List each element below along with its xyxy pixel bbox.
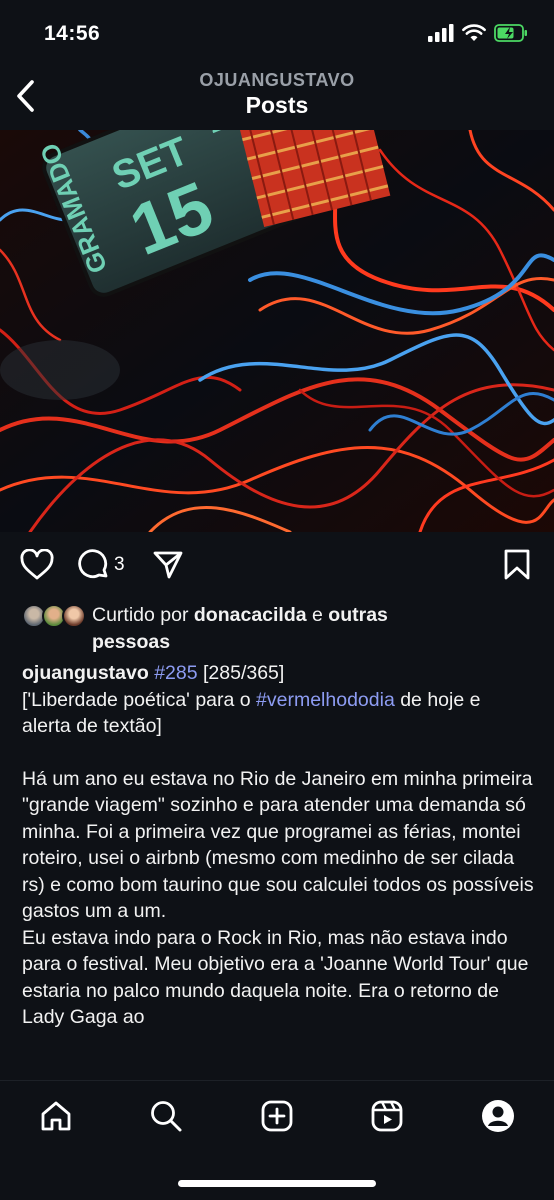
- hashtag-vermelhododia[interactable]: #vermelhododia: [256, 689, 395, 711]
- avatar: [62, 604, 86, 628]
- page-title: Posts: [245, 92, 309, 118]
- caption-line2: ['Liberdade poética' para o #vermelhodod…: [22, 687, 534, 740]
- post-actions: 3: [0, 545, 554, 589]
- status-icons: [428, 24, 528, 42]
- comment-button[interactable]: 3: [78, 549, 125, 581]
- signal-icon: [428, 24, 454, 42]
- tab-bar: [0, 1096, 554, 1140]
- post-photo: GRAMADO SET 15 2 1 0: [0, 130, 554, 532]
- status-time: 14:56: [44, 22, 101, 45]
- caption-count: [285/365]: [197, 662, 285, 684]
- home-indicator[interactable]: [178, 1180, 376, 1187]
- comment-count: 3: [114, 554, 125, 575]
- comment-icon: [78, 549, 108, 579]
- tab-home[interactable]: [36, 1096, 76, 1136]
- hashtag-285[interactable]: #285: [154, 662, 197, 684]
- caption-first-line: ojuangustavo #285 [285/365]: [22, 660, 534, 687]
- profile-icon: [482, 1100, 514, 1132]
- tab-reels[interactable]: [367, 1096, 407, 1136]
- liker-avatars: [22, 604, 90, 628]
- heart-icon: [20, 549, 54, 580]
- reels-icon: [371, 1100, 403, 1132]
- like-button[interactable]: [20, 549, 54, 581]
- likes-summary[interactable]: Curtido por donacacilda e outras pessoas: [22, 602, 532, 656]
- plus-square-icon: [261, 1100, 293, 1132]
- caption-username[interactable]: ojuangustavo: [22, 662, 149, 684]
- send-icon: [153, 551, 183, 579]
- likes-others[interactable]: outras: [328, 604, 388, 626]
- top-nav: OJUANGUSTAVO Posts: [0, 62, 554, 128]
- share-button[interactable]: [152, 549, 184, 581]
- caption-paragraph-1: Há um ano eu estava no Rio de Janeiro em…: [22, 767, 534, 923]
- tab-profile[interactable]: [478, 1096, 518, 1136]
- likes-text: Curtido por donacacilda e outras: [92, 602, 532, 629]
- search-icon: [151, 1101, 182, 1132]
- post-image[interactable]: GRAMADO SET 15 2 1 0: [0, 130, 554, 532]
- likes-others-line2[interactable]: pessoas: [92, 629, 532, 656]
- likes-user[interactable]: donacacilda: [194, 604, 307, 626]
- post-caption: ojuangustavo #285 [285/365] ['Liberdade …: [22, 660, 534, 1031]
- bookmark-icon: [504, 549, 530, 580]
- nav-username: OJUANGUSTAVO: [199, 70, 355, 90]
- likes-middle: e: [306, 604, 329, 626]
- home-icon: [41, 1101, 71, 1131]
- likes-prefix: Curtido por: [92, 604, 194, 626]
- save-button[interactable]: [504, 549, 530, 581]
- tab-search[interactable]: [146, 1096, 186, 1136]
- status-bar: 14:56: [0, 0, 554, 66]
- tab-create[interactable]: [257, 1096, 297, 1136]
- wifi-icon: [462, 24, 486, 41]
- battery-icon: [494, 24, 527, 42]
- caption-line2-pre: ['Liberdade poética' para o: [22, 688, 257, 711]
- caption-paragraph-2: Eu estava indo para o Rock in Rio, mas n…: [22, 926, 529, 1029]
